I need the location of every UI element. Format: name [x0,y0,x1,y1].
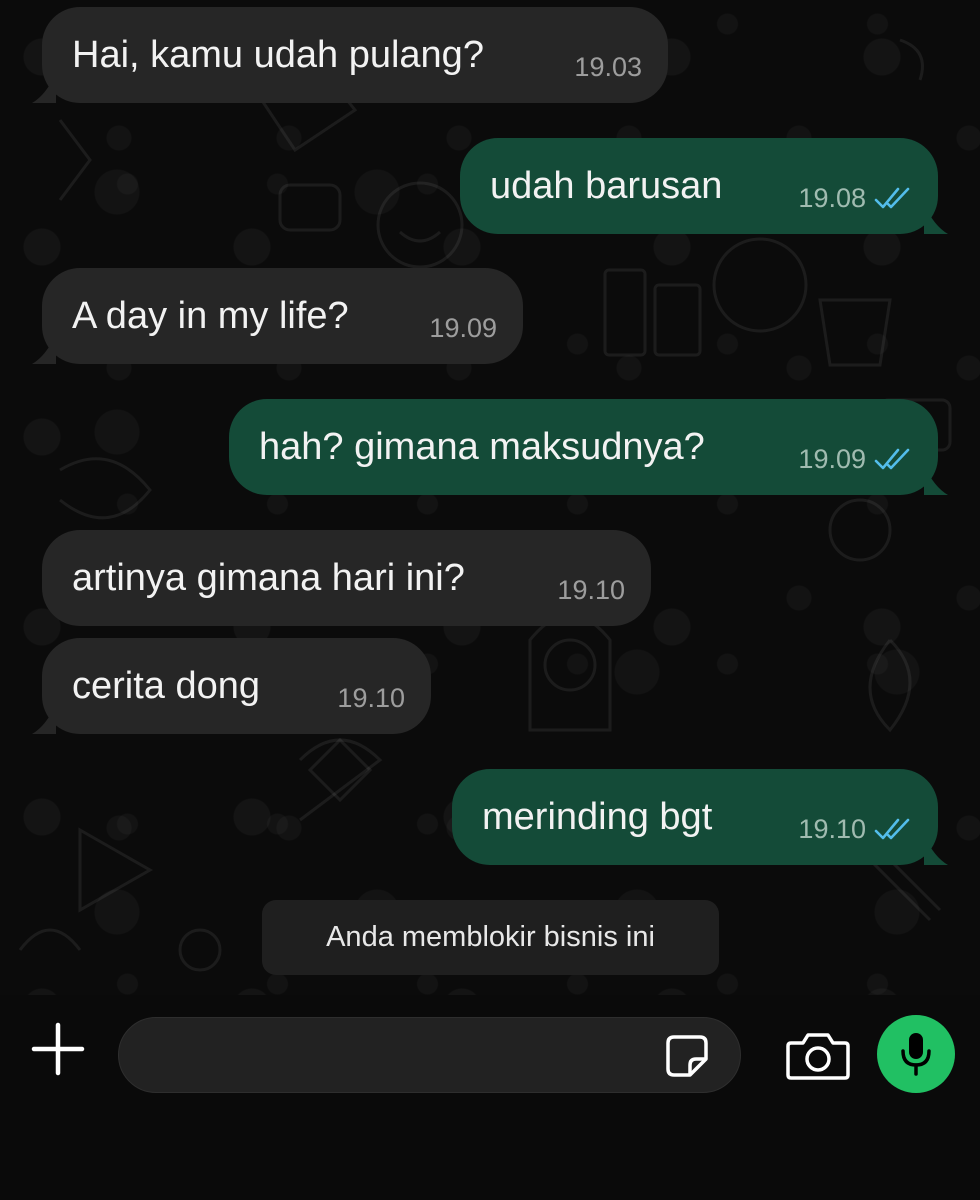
message-meta: 19.09 [429,306,497,350]
message-meta: 19.08 [798,176,912,220]
message-bubble-out[interactable]: hah? gimana maksudnya? 19.09 [229,399,948,495]
message-text: A day in my life? [72,295,349,337]
blocked-business-notice: Anda memblokir bisnis ini [262,900,719,975]
microphone-button[interactable] [877,1015,955,1093]
composer-bar [0,995,980,1200]
message-time: 19.10 [798,814,866,844]
message-bubble-in[interactable]: artinya gimana hari ini? 19.10 [42,530,651,626]
message-time: 19.09 [798,444,866,474]
plus-icon[interactable] [28,1019,88,1079]
read-receipt-icon [874,187,910,209]
message-time: 19.09 [429,313,497,343]
message-meta: 19.10 [798,807,912,851]
bubble-tail [32,73,56,103]
camera-icon[interactable] [785,1031,851,1081]
message-bubble-in[interactable]: Hai, kamu udah pulang? 19.03 [32,7,668,103]
message-text: artinya gimana hari ini? [72,557,465,599]
microphone-icon [901,1033,931,1076]
bubble-tail [924,835,948,865]
message-bubble-in[interactable]: A day in my life? 19.09 [32,268,523,364]
sticker-icon[interactable] [664,1033,710,1079]
bubble-tail [924,204,948,234]
bubble-tail [32,704,56,734]
message-time: 19.10 [337,683,405,713]
message-text: Hai, kamu udah pulang? [72,34,484,76]
chat-area: Hai, kamu udah pulang? 19.03 udah barusan 1… [0,0,980,995]
message-text: udah barusan [490,165,723,207]
message-time: 19.08 [798,183,866,213]
read-receipt-icon [874,448,910,470]
message-bubble-out[interactable]: merinding bgt 19.10 [452,769,948,865]
message-meta: 19.03 [574,45,642,89]
message-bubble-out[interactable]: udah barusan 19.08 [460,138,948,234]
message-input[interactable] [118,1017,741,1093]
bubble-tail [924,465,948,495]
message-text: cerita dong [72,665,261,707]
message-meta: 19.10 [557,568,625,612]
message-meta: 19.09 [798,437,912,481]
bubble-tail [32,334,56,364]
message-meta: 19.10 [337,676,405,720]
message-bubble-in[interactable]: cerita dong 19.10 [32,638,431,734]
message-text: hah? gimana maksudnya? [259,426,705,468]
message-text: merinding bgt [482,796,713,838]
message-time: 19.10 [557,575,625,605]
message-time: 19.03 [574,52,642,82]
read-receipt-icon [874,818,910,840]
